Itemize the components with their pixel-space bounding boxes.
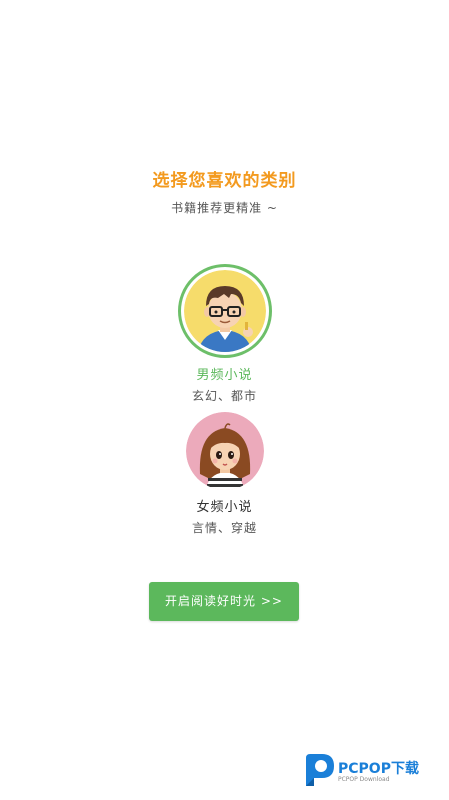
watermark-sub: PCPOP Download [338,776,390,783]
female-avatar-icon [185,412,264,490]
avatar-male-selected-ring[interactable] [177,264,272,358]
start-reading-button[interactable]: 开启阅读好时光 >> [149,582,299,621]
category-male-desc: 玄幻、都市 [191,389,257,403]
category-female[interactable]: 女频小说 言情、穿越 [0,412,449,536]
male-avatar[interactable] [183,270,266,352]
category-male-name[interactable]: 男频小说 [0,364,449,383]
avatar-female-wrap[interactable] [185,412,264,490]
watermark: PCPOP下载 PCPOP Download [302,752,442,788]
page-title: 选择您喜欢的类别 [152,171,297,191]
category-female-name[interactable]: 女频小说 [0,496,449,515]
page-subtitle: 书籍推荐更精准 ~ [171,201,278,215]
watermark-brand: PCPOP下载 [338,761,419,777]
category-male[interactable]: 男频小说 玄幻、都市 [0,264,449,404]
category-female-desc: 言情、穿越 [191,521,257,535]
pcpop-logo-icon [306,754,334,786]
female-avatar[interactable] [185,412,264,490]
male-avatar-icon [183,270,266,352]
